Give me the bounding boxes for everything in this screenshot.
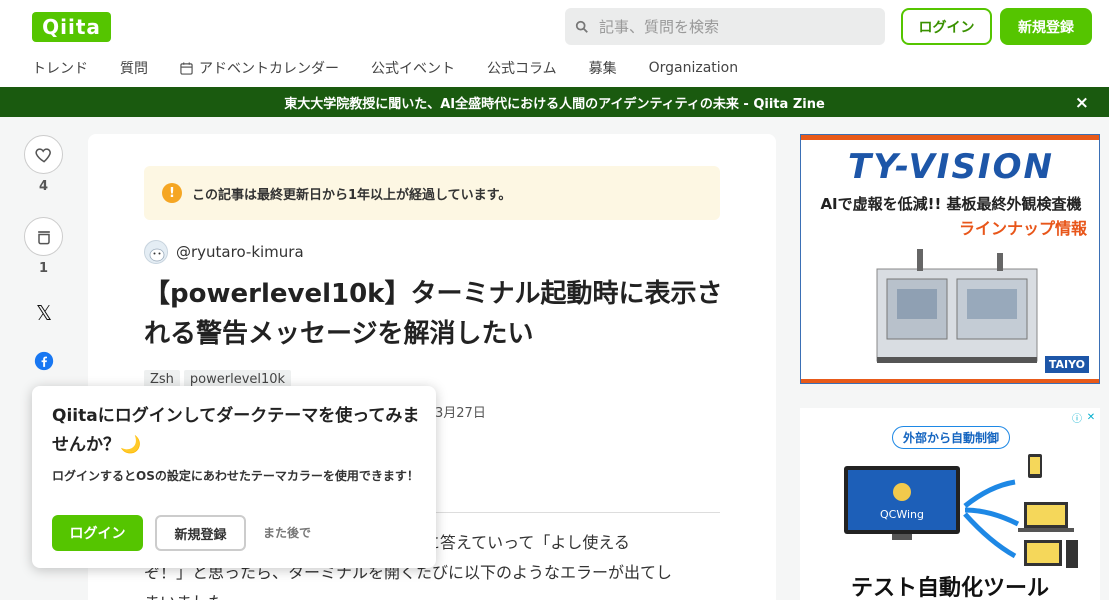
- nav-recruiting-label: 募集: [588, 61, 617, 77]
- ad-headline: AIで虚報を低減!! 基板最終外観検査機: [820, 195, 1082, 213]
- like-button[interactable]: [24, 135, 63, 174]
- nav-official-columns[interactable]: 公式コラム: [487, 58, 557, 78]
- ad-qcwing[interactable]: ⓘ ✕ 外部から自動制御 QCWing テスト自動化ツール: [800, 408, 1100, 600]
- ad-info-icon[interactable]: ⓘ: [1070, 410, 1084, 425]
- ad-top-stripe: [801, 135, 1099, 140]
- avatar-image: [145, 241, 167, 263]
- popup-description: ログインするとOSの設定にあわせたテーマカラーを使用できます！: [52, 469, 419, 483]
- monitor-image: QCWing: [844, 466, 960, 540]
- popup-login-button[interactable]: ログイン: [52, 515, 143, 551]
- like-count: 4: [38, 179, 49, 194]
- notice-text: この記事は最終更新日から1年以上が経過しています。: [192, 187, 512, 203]
- nav-organization-label: Organization: [648, 60, 739, 76]
- ad-logo: TY-VISION: [848, 147, 1054, 187]
- heart-icon: [34, 147, 51, 163]
- announcement-banner[interactable]: 東大大学院教授に聞いた、AI全盛時代における人間のアイデンティティの未来 - Q…: [0, 87, 1109, 117]
- body-line-3: まいました: [144, 588, 720, 600]
- ad-info[interactable]: ⓘ ✕: [1070, 410, 1098, 425]
- nav-recruiting[interactable]: 募集: [589, 58, 617, 78]
- nav-official-columns-label: 公式コラム: [487, 61, 557, 77]
- ad-bottom-stripe: [801, 379, 1099, 383]
- nav-official-events-label: 公式イベント: [371, 61, 455, 77]
- site-header: Qiita ログイン 新規登録 トレンド 質問 アドベントカレンダー 公式イベン…: [0, 0, 1109, 87]
- nav-advent-calendar-label: アドベントカレンダー: [199, 61, 339, 77]
- login-button[interactable]: ログイン: [901, 8, 992, 45]
- search-icon: [575, 20, 588, 33]
- article-title: 【powerlevel10k】ターミナル起動時に表示される警告メッセージを解消し…: [144, 279, 723, 349]
- ad-close-icon[interactable]: ✕: [1084, 410, 1098, 424]
- stock-icon: [37, 230, 50, 244]
- nav-trend[interactable]: トレンド: [32, 58, 88, 78]
- main-nav: トレンド 質問 アドベントカレンダー 公式イベント 公式コラム 募集 Organ…: [32, 55, 770, 81]
- banner-text: 東大大学院教授に聞いた、AI全盛時代における人間のアイデンティティの未来 - Q…: [284, 96, 825, 112]
- ad-brand: TAIYO: [1044, 356, 1089, 373]
- ad-subheadline: ラインナップ情報: [958, 219, 1087, 238]
- signup-button[interactable]: 新規登録: [1000, 8, 1092, 45]
- warning-icon: !: [162, 183, 182, 203]
- nav-organization[interactable]: Organization: [649, 60, 739, 76]
- ad-screen-label: QCWing: [880, 508, 924, 521]
- close-icon[interactable]: ×: [1075, 93, 1089, 113]
- dark-theme-popup: Qiitaにログインしてダークテーマを使ってみませんか？🌙 ログインするとOSの…: [32, 386, 436, 568]
- facebook-icon: [34, 351, 54, 371]
- nav-trend-label: トレンド: [32, 61, 88, 77]
- author-name[interactable]: @ryutaro-kimura: [176, 243, 304, 261]
- calendar-icon: [180, 61, 193, 75]
- popup-title: Qiitaにログインしてダークテーマを使ってみませんか？🌙: [52, 406, 420, 455]
- ad-ty-vision[interactable]: TY-VISION AIで虚報を低減!! 基板最終外観検査機 ラインナップ情報 …: [800, 134, 1100, 384]
- popup-signup-button[interactable]: 新規登録: [155, 515, 246, 551]
- post-date: 3月27日: [435, 406, 486, 421]
- devices-image: [963, 454, 1078, 568]
- nav-questions[interactable]: 質問: [120, 58, 148, 78]
- search-input[interactable]: [599, 17, 859, 36]
- popup-later-link[interactable]: また後で: [263, 524, 311, 541]
- facebook-share-icon[interactable]: [32, 349, 56, 373]
- ad-caption: テスト自動化ツール: [850, 576, 1049, 600]
- avatar[interactable]: [144, 240, 168, 264]
- qiita-logo[interactable]: Qiita: [32, 12, 111, 42]
- search-box[interactable]: [565, 8, 885, 45]
- nav-questions-label: 質問: [120, 61, 148, 77]
- nav-advent-calendar[interactable]: アドベントカレンダー: [180, 58, 339, 78]
- inspection-machine-image: [876, 249, 1038, 363]
- outdated-notice: ! この記事は最終更新日から1年以上が経過しています。: [144, 166, 720, 220]
- nav-official-events[interactable]: 公式イベント: [371, 58, 455, 78]
- stock-count: 1: [38, 261, 49, 276]
- stock-button[interactable]: [24, 217, 63, 256]
- author[interactable]: @ryutaro-kimura: [144, 240, 304, 264]
- x-share-icon[interactable]: 𝕏: [32, 301, 56, 325]
